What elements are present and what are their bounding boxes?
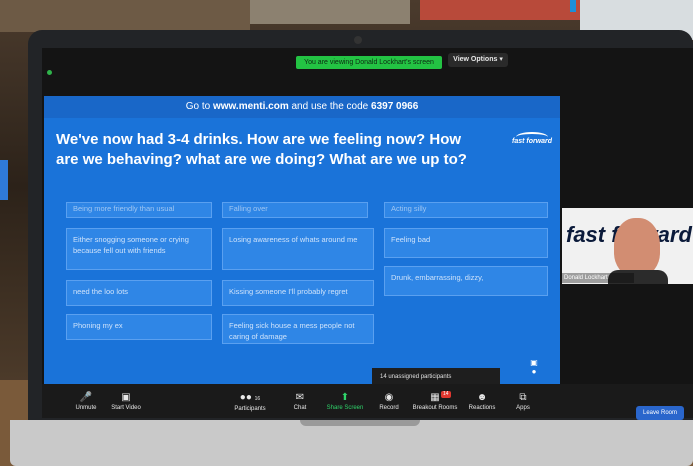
person-icon: ▣ ●	[530, 358, 538, 376]
menti-prefix: Go to	[185, 101, 211, 112]
share-screen-label: Share Screen	[326, 405, 364, 411]
record-label: Record	[379, 405, 399, 411]
leave-room-button[interactable]: Leave Room	[636, 406, 684, 420]
self-view-name: Donald Lockhart	[562, 273, 634, 283]
participants-label: Participants	[234, 406, 266, 412]
response-card: Feeling sick house a mess people not car…	[222, 314, 374, 344]
background-wall	[250, 0, 410, 24]
apps-label: Apps	[516, 405, 530, 411]
response-card: Either snogging someone or crying becaus…	[66, 228, 212, 270]
menti-code-bar: Go to www.menti.com and use the code 639…	[44, 96, 560, 118]
response-card: Falling over	[222, 202, 368, 218]
response-card: Feeling bad	[384, 228, 548, 258]
menti-site: www.menti.com	[212, 101, 289, 112]
reactions-label: Reactions	[468, 405, 496, 411]
participant-face	[614, 218, 660, 276]
menti-mid: and use the code	[291, 101, 369, 112]
response-card: Phoning my ex	[66, 314, 212, 340]
view-options-label: View Options	[453, 56, 498, 63]
laptop-base	[10, 420, 693, 466]
chat-label: Chat	[293, 405, 307, 411]
start-video-label: Start Video	[111, 405, 141, 411]
microphone-muted-icon: 🎤	[79, 392, 93, 403]
response-card: Kissing someone I'll probably regret	[222, 280, 374, 306]
apps-button[interactable]: ⧉ Apps	[508, 392, 538, 411]
participants-icon: ●● 16	[239, 392, 261, 403]
response-card: Being more friendly than usual	[66, 202, 212, 218]
apps-icon: ⧉	[519, 392, 527, 403]
participants-count: 16	[254, 396, 261, 402]
background-blue-accent	[570, 0, 576, 12]
laptop-hinge-notch	[300, 420, 420, 426]
share-screen-icon: ⬆	[340, 392, 350, 403]
response-card: need the loo lots	[66, 280, 212, 306]
response-card: Acting silly	[384, 202, 548, 218]
response-card: Losing awareness of whats around me	[222, 228, 374, 270]
background-shelf	[0, 0, 250, 32]
chevron-down-icon: ▾	[499, 56, 503, 63]
chat-button[interactable]: ✉ Chat	[286, 392, 314, 411]
breakout-rooms-icon: ▦	[430, 392, 440, 403]
view-options-button[interactable]: View Options ▾	[448, 53, 508, 67]
participants-button[interactable]: ●● 16 Participants	[228, 392, 272, 412]
unmute-label: Unmute	[75, 405, 97, 411]
record-button[interactable]: ◉ Record	[374, 392, 404, 411]
fast-forward-logo: fast forward	[512, 138, 553, 145]
start-video-button[interactable]: ▣ Start Video	[106, 392, 146, 411]
screen-share-banner: You are viewing Donald Lockhart's screen	[296, 56, 442, 69]
record-icon: ◉	[384, 392, 394, 403]
webcam-icon	[354, 36, 362, 44]
status-dot-icon	[47, 70, 52, 75]
response-card: Drunk, embarrassing, dizzy,	[384, 266, 548, 296]
breakout-rooms-label: Breakout Rooms	[412, 405, 458, 411]
shared-presentation: Go to www.menti.com and use the code 639…	[44, 96, 560, 388]
video-off-icon: ▣	[121, 392, 131, 403]
unmute-button[interactable]: 🎤 Unmute	[66, 392, 106, 411]
slide-title: We've now had 3-4 drinks. How are we fee…	[56, 131, 467, 168]
share-screen-button[interactable]: ⬆ Share Screen	[324, 392, 366, 411]
menti-code: 6397 0966	[371, 101, 419, 112]
background-blue-light	[0, 160, 8, 200]
smiley-icon: ☻	[476, 392, 488, 403]
breakout-rooms-button[interactable]: ▦ Breakout Rooms	[410, 392, 460, 411]
reactions-button[interactable]: ☻ Reactions	[464, 392, 500, 411]
background-red-object	[420, 0, 580, 20]
breakout-rooms-badge: 14	[441, 391, 451, 398]
chat-icon: ✉	[295, 392, 305, 403]
